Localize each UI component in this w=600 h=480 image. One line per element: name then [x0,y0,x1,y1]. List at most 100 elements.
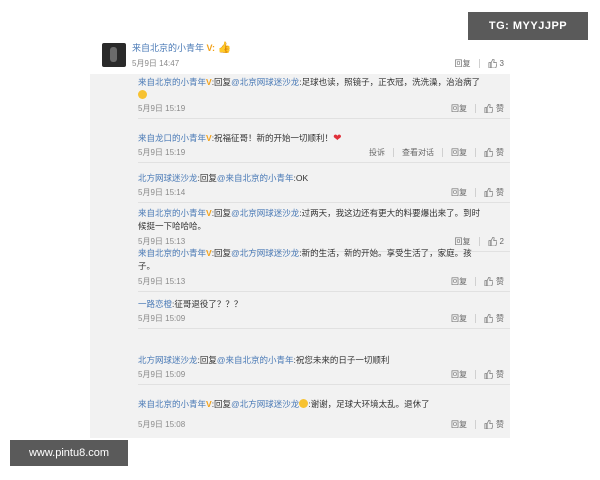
like-label: 赞 [496,420,504,429]
thumb-icon [484,148,493,157]
comment-panel: 来自北京的小青年 V: 👍 5月9日 14:47 回复 3 来自北京的小青年V:… [90,36,510,438]
like-button[interactable]: 赞 [484,312,504,325]
separator [478,237,480,246]
username[interactable]: 北方网球迷沙龙 [138,355,198,365]
reply-actions: 回复 赞 [451,418,504,431]
reply-item: 来自北京的小青年V:回复@北京网球迷沙龙:过两天，我这边还有更大的料要爆出来了。… [138,207,510,247]
reply-body: :回复 [211,208,232,218]
thumbs-up-emoji-icon: 👍 [217,42,232,54]
reply-body: :谢谢，足球大环境太乱。退休了 [308,399,430,409]
reply-item: 北方网球迷沙龙:回复@来自北京的小青年:祝您未来的日子一切顺利 5月9日 15:0… [138,354,510,380]
reply-body: :征哥退役了？？？ [172,299,243,309]
like-button[interactable]: 赞 [484,275,504,288]
thumb-icon [488,237,497,246]
divider [138,328,510,329]
separator [478,59,480,68]
username[interactable]: 来自北京的小青年 [138,208,206,218]
reply-button[interactable]: 回复 [451,102,467,115]
reply-button[interactable]: 回复 [451,146,467,159]
mention-link[interactable]: @北方网球迷沙龙 [231,399,299,409]
reply-text: 北方网球迷沙龙:回复@来自北京的小青年:OK [138,172,488,185]
mention-link[interactable]: @北京网球迷沙龙 [231,208,299,218]
like-button[interactable]: 3 [488,59,504,68]
site-watermark: www.pintu8.com [10,440,128,466]
username[interactable]: 来自北京的小青年 [138,399,206,409]
reply-body: :祝您未来的日子一切顺利 [293,355,390,365]
reply-actions: 回复 赞 [451,102,504,115]
separator [475,420,476,429]
like-label: 赞 [496,314,504,323]
reply-text: 来自北京的小青年V:回复@北京网球迷沙龙:足球也读，照镜子，正衣冠，洗洗澡，治治… [138,76,488,102]
username[interactable]: 一路恋橙 [138,299,172,309]
username[interactable]: 来自龙口的小青年 [138,133,206,143]
mention-link[interactable]: @来自北京的小青年 [217,355,294,365]
separator [442,148,443,157]
like-label: 赞 [496,148,504,157]
reply-button[interactable]: 回复 [451,312,467,325]
reply-button[interactable]: 回复 [451,186,467,199]
reply-item: 来自北京的小青年V:回复@北京网球迷沙龙:足球也读，照镜子，正衣冠，洗洗澡，治治… [138,76,510,114]
smile-emoji-icon [299,399,309,408]
like-button[interactable]: 赞 [484,368,504,381]
timestamp: 5月9日 15:08 [138,420,186,429]
like-button[interactable]: 赞 [484,102,504,115]
divider [138,118,510,119]
reply-item: 一路恋橙:征哥退役了？？？ 5月9日 15:09 回复 赞 [138,298,510,324]
reply-text: 来自龙口的小青年V:祝福征哥！新的开始一切顺利！❤ [138,132,488,145]
divider [138,291,510,292]
separator [475,104,476,113]
thumb-icon [484,104,493,113]
reply-body: :祝福征哥！新的开始一切顺利！ [211,133,334,143]
separator [475,188,476,197]
timestamp: 5月9日 15:09 [138,370,186,379]
reply-text: 北方网球迷沙龙:回复@来自北京的小青年:祝您未来的日子一切顺利 [138,354,488,367]
like-label: 赞 [496,104,504,113]
smile-emoji-icon [138,90,147,99]
reply-button[interactable]: 回复 [451,368,467,381]
tg-watermark: TG: MYYJJPP [468,12,588,40]
report-button[interactable]: 投诉 [369,146,385,159]
reply-text: 一路恋橙:征哥退役了？？？ [138,298,488,311]
reply-actions: 回复 赞 [451,368,504,381]
like-count: 3 [499,59,504,68]
reply-button[interactable]: 回复 [451,418,467,431]
username[interactable]: 北方网球迷沙龙 [138,173,198,183]
verified-badge: V: [206,43,216,53]
timestamp: 5月9日 15:19 [138,104,186,113]
thumb-icon [484,370,493,379]
top-comment: 来自北京的小青年 V: 👍 5月9日 14:47 回复 3 [90,36,510,74]
reply-text: 来自北京的小青年V:回复@北方网球迷沙龙:谢谢，足球大环境太乱。退休了 [138,398,488,411]
reply-body: :回复 [211,77,232,87]
like-button[interactable]: 赞 [484,186,504,199]
thumb-icon [484,188,493,197]
reply-item: 来自龙口的小青年V:祝福征哥！新的开始一切顺利！❤ 5月9日 15:19 投诉 查看对… [138,132,510,158]
thumb-icon [488,59,497,68]
reply-item: 北方网球迷沙龙:回复@来自北京的小青年:OK 5月9日 15:14 回复 赞 [138,172,510,198]
username[interactable]: 来自北京的小青年 [138,77,206,87]
timestamp: 5月9日 15:14 [138,188,186,197]
reply-actions: 回复 赞 [451,186,504,199]
timestamp: 5月9日 15:13 [138,277,186,286]
username[interactable]: 来自北京的小青年 [132,43,204,53]
separator [393,148,394,157]
reply-item: 来自北京的小青年V:回复@北方网球迷沙龙:新的生活，新的开始。享受生活了，家庭。… [138,247,510,287]
mention-link[interactable]: @北京网球迷沙龙 [231,77,299,87]
thumb-icon [484,277,493,286]
like-label: 赞 [496,370,504,379]
username[interactable]: 来自北京的小青年 [138,248,206,258]
avatar[interactable] [102,43,126,67]
reply-body: :OK [293,173,309,183]
like-label: 赞 [496,277,504,286]
divider [138,384,510,385]
reply-button[interactable]: 回复 [455,58,471,69]
like-button[interactable]: 赞 [484,418,504,431]
reply-actions: 回复 赞 [451,275,504,288]
top-actions: 回复 3 [455,58,504,69]
view-conversation-button[interactable]: 查看对话 [402,146,434,159]
mention-link[interactable]: @北方网球迷沙龙 [231,248,299,258]
like-button[interactable]: 赞 [484,146,504,159]
reply-button[interactable]: 回复 [451,275,467,288]
reply-body: :回复 [197,173,217,183]
divider [138,162,510,163]
mention-link[interactable]: @来自北京的小青年 [217,173,294,183]
